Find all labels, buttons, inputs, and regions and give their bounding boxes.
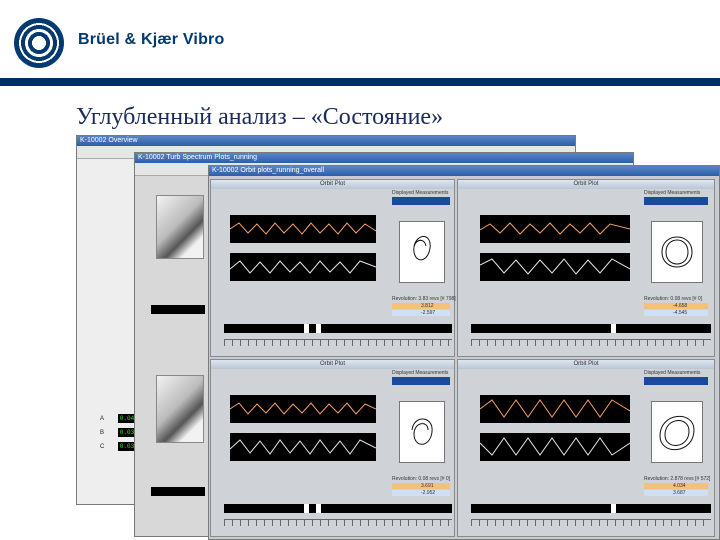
overview-label-c: C [100,444,105,450]
orbit-window-title: K-10002 Orbit plots_running_overall [209,166,719,176]
time-scroll-4[interactable] [471,504,711,513]
revolution-readout: Revolution: 0.08 revs [# 0] [392,476,451,482]
time-waveform-x-2 [479,215,631,243]
overview-label-a: A [100,416,105,422]
time-ruler-2 [471,339,711,346]
displayed-measurements-label: Displayed Measurements [392,190,449,196]
time-ruler-4 [471,519,711,526]
value-2: -4.545 [673,310,688,316]
orbit-panel-title: Orbit Plot [458,360,714,369]
spectrum-waterfall-bottom [156,375,204,443]
brand-logo-icon [14,18,64,68]
time-waveform-y-3 [229,433,377,461]
displayed-measurements-label: Displayed Measurements [644,190,701,196]
displayed-measurements-label: Displayed Measurements [644,370,701,376]
time-waveform-y-4 [479,433,631,461]
revolution-readout: Revolution: 3.83 revs [# 798] [392,296,456,302]
value-1: 3.812 [421,303,434,309]
time-waveform-x-1 [229,215,377,243]
time-ruler-1 [224,339,452,346]
time-waveform-y-2 [479,253,631,281]
spectrum-scroll-top[interactable] [151,305,205,314]
software-screenshot: K-10002 Overview A 0.04 B 0.03 C 0.03 K-… [76,135,720,540]
value-2: -2.597 [421,310,436,316]
orbit-panel-title: Orbit Plot [458,180,714,189]
time-scroll-1[interactable] [224,324,452,333]
time-waveform-x-3 [229,395,377,423]
time-scroll-2[interactable] [471,324,711,333]
orbit-plot-2 [651,221,703,283]
value-1: 4.034 [673,483,686,489]
orbit-plot-1 [399,221,445,283]
time-scroll-3[interactable] [224,504,452,513]
orbit-panel-title: Orbit Plot [211,180,454,189]
value-1: -4.658 [673,303,688,309]
spectrum-waterfall-top [156,195,204,259]
value-2: -2.952 [421,490,436,496]
overview-label-b: B [100,430,105,436]
displayed-measurements-label: Displayed Measurements [392,370,449,376]
header-rule [0,78,720,86]
revolution-readout: Revolution: 0.08 revs [# 0] [644,296,703,302]
orbit-plot-3 [399,401,445,463]
value-2: 3.687 [673,490,686,496]
revolution-readout: Revolution: 2.878 revs [# 572] [644,476,711,482]
time-waveform-x-4 [479,395,631,423]
spectrum-scroll-bottom[interactable] [151,487,205,496]
overview-title: K-10002 Overview [77,136,575,146]
measurement-header-2 [644,197,708,205]
orbit-panel-title: Orbit Plot [211,360,454,369]
time-ruler-3 [224,519,452,526]
spectrum-title: K-10002 Turb Spectrum Plots_running [135,153,633,163]
measurement-header-1 [392,197,450,205]
brand-name: Brüel & Kjær Vibro [78,31,225,48]
time-waveform-y-1 [229,253,377,281]
slide-title: Углубленный анализ – «Состояние» [76,104,444,130]
value-1: 3.691 [421,483,434,489]
slide-header: Brüel & Kjær Vibro [0,0,720,78]
measurement-header-4 [644,377,708,385]
measurement-header-3 [392,377,450,385]
orbit-plot-4 [651,401,703,463]
